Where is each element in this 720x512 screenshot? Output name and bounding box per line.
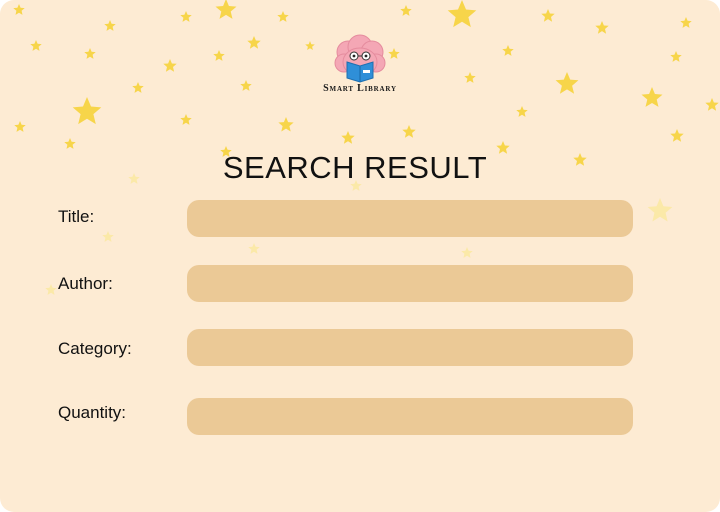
category-label: Category: (58, 339, 132, 358)
logo-text: Smart Library (323, 83, 397, 94)
star-icon (400, 5, 412, 16)
star-icon (647, 198, 673, 222)
star-icon (277, 11, 289, 22)
star-icon (670, 51, 682, 62)
star-icon (247, 36, 261, 49)
author-field[interactable] (187, 265, 633, 302)
quantity-field[interactable] (187, 398, 633, 435)
star-icon (84, 48, 96, 59)
author-label: Author: (58, 274, 113, 293)
star-icon (64, 138, 76, 149)
star-icon (641, 87, 663, 107)
star-icon (30, 40, 42, 51)
star-icon (132, 82, 144, 93)
star-icon (180, 114, 192, 125)
smart-library-logo: Smart Library (305, 34, 415, 98)
star-icon (464, 72, 476, 83)
star-icon (163, 59, 177, 72)
star-icon (128, 173, 140, 184)
star-icon (555, 72, 579, 94)
star-icon (341, 131, 355, 144)
star-icon (516, 106, 528, 117)
star-icon (402, 125, 416, 138)
star-icon (447, 0, 477, 28)
star-icon (104, 20, 116, 31)
star-icon (248, 243, 260, 254)
star-icon (461, 247, 473, 258)
star-icon (502, 45, 514, 56)
star-icon (45, 284, 57, 295)
star-icon (180, 11, 192, 22)
star-icon (705, 98, 719, 111)
title-label: Title: (58, 207, 95, 226)
search-result-card: Smart Library SEARCH RESULT Title: Autho… (0, 0, 720, 512)
star-icon (680, 17, 692, 28)
star-icon (278, 117, 294, 132)
star-icon (541, 9, 555, 22)
star-icon (595, 21, 609, 34)
star-icon (213, 50, 225, 61)
star-icon (215, 0, 237, 19)
star-icon (72, 97, 102, 125)
category-field[interactable] (187, 329, 633, 366)
quantity-label: Quantity: (58, 403, 127, 422)
star-icon (102, 231, 114, 242)
star-icon (240, 80, 252, 91)
title-field[interactable] (187, 200, 633, 237)
page-title: SEARCH RESULT (222, 150, 488, 185)
brain-reading-book-icon (334, 34, 386, 83)
star-icon (14, 121, 26, 132)
star-icon (13, 4, 25, 15)
star-icon (670, 129, 684, 142)
star-icon (573, 153, 587, 166)
